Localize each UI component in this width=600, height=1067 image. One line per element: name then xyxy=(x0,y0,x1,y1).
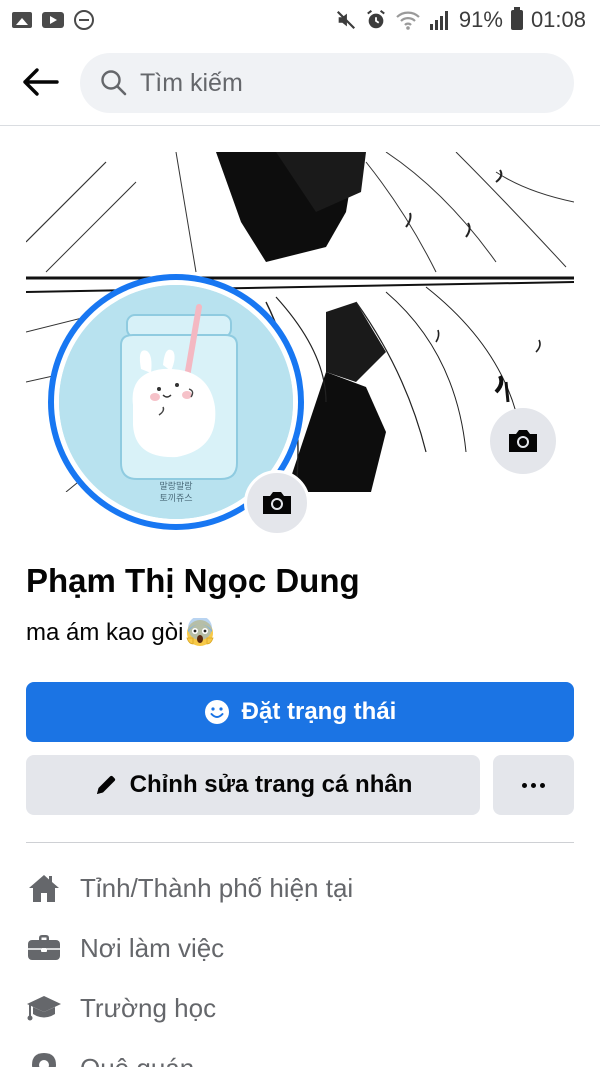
edit-profile-button[interactable]: Chỉnh sửa trang cá nhân xyxy=(26,755,480,815)
pencil-icon xyxy=(96,775,115,794)
youtube-icon xyxy=(42,12,64,28)
clock: 01:08 xyxy=(530,7,586,32)
alarm-icon xyxy=(367,10,385,29)
search-bar[interactable] xyxy=(80,53,574,113)
profile-bio-text: ma ám kao gòi xyxy=(26,619,184,646)
signal-icon xyxy=(429,11,448,30)
gallery-icon xyxy=(12,12,32,28)
status-bar: 91% 01:08 xyxy=(0,0,600,40)
set-status-button[interactable]: Đặt trạng thái xyxy=(26,682,574,742)
more-options-button[interactable] xyxy=(493,755,574,815)
do-not-disturb-icon xyxy=(74,10,94,30)
detail-label: Tỉnh/Thành phố hiện tại xyxy=(80,872,354,903)
battery-icon xyxy=(510,7,523,30)
back-button[interactable] xyxy=(18,62,62,102)
home-icon xyxy=(26,870,62,906)
avatar-camera-button[interactable] xyxy=(244,470,310,536)
graduation-cap-icon xyxy=(26,990,62,1026)
briefcase-icon xyxy=(26,930,62,966)
detail-school[interactable]: Trường học xyxy=(26,978,574,1038)
battery-percent: 91% xyxy=(458,7,503,32)
set-status-label: Đặt trạng thái xyxy=(241,698,397,725)
search-header xyxy=(0,40,600,126)
wifi-icon xyxy=(396,11,420,30)
search-input[interactable] xyxy=(140,68,540,98)
status-bar-left xyxy=(12,10,94,30)
profile-name: Phạm Thị Ngọc Dung xyxy=(26,562,360,599)
profile-details-list: Tỉnh/Thành phố hiện tại Nơi làm việc Trư… xyxy=(26,858,574,1067)
back-arrow-icon xyxy=(23,68,59,96)
screaming-face-emoji-icon xyxy=(186,618,214,646)
status-bar-right: 91% 01:08 xyxy=(335,7,586,33)
cover-photo-camera-button[interactable] xyxy=(490,408,556,474)
detail-current-city[interactable]: Tỉnh/Thành phố hiện tại xyxy=(26,858,574,918)
location-pin-icon xyxy=(26,1050,62,1067)
mute-icon xyxy=(336,10,355,30)
section-divider xyxy=(26,842,574,843)
detail-workplace[interactable]: Nơi làm việc xyxy=(26,918,574,978)
smiley-icon xyxy=(204,700,229,724)
detail-hometown[interactable]: Quê quán xyxy=(26,1038,574,1067)
profile-bio: ma ám kao gòi xyxy=(26,618,215,648)
camera-icon xyxy=(509,430,537,452)
camera-icon xyxy=(263,492,291,514)
detail-label: Nơi làm việc xyxy=(80,932,225,963)
more-icon xyxy=(522,782,545,788)
search-icon xyxy=(101,70,127,96)
detail-label: Quê quán xyxy=(80,1053,194,1067)
detail-label: Trường học xyxy=(80,992,217,1023)
edit-profile-label: Chỉnh sửa trang cá nhân xyxy=(129,771,413,798)
